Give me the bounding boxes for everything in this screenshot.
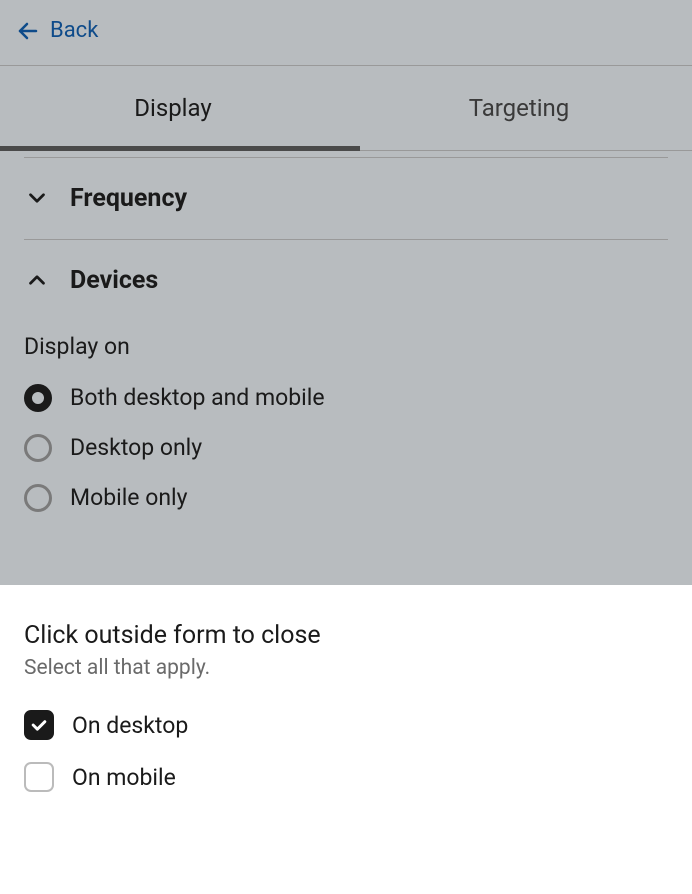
chevron-down-icon xyxy=(24,185,50,211)
modal-subtitle: Select all that apply. xyxy=(24,656,668,680)
radio-icon xyxy=(24,484,52,512)
radio-label: Desktop only xyxy=(70,434,202,461)
section-devices-header[interactable]: Devices xyxy=(24,240,668,321)
checkbox-icon xyxy=(24,762,54,792)
modal-sheet: Click outside form to close Select all t… xyxy=(0,585,692,894)
checkbox-label: On mobile xyxy=(72,764,176,791)
display-on-label: Display on xyxy=(24,333,668,360)
radio-icon xyxy=(24,434,52,462)
section-devices-title: Devices xyxy=(70,266,158,295)
radio-icon-selected xyxy=(24,384,52,412)
arrow-left-icon xyxy=(16,19,40,43)
radio-label: Mobile only xyxy=(70,484,188,511)
section-frequency-title: Frequency xyxy=(70,184,187,213)
section-frequency-header[interactable]: Frequency xyxy=(24,158,668,239)
tab-targeting[interactable]: Targeting xyxy=(346,66,692,150)
tab-display[interactable]: Display xyxy=(0,66,346,150)
back-label: Back xyxy=(50,18,98,43)
checkbox-icon-checked xyxy=(24,710,54,740)
content: Frequency Devices Display on Both deskto… xyxy=(0,157,692,542)
radio-mobile-only[interactable]: Mobile only xyxy=(24,484,668,512)
checkbox-on-desktop[interactable]: On desktop xyxy=(24,710,668,740)
section-devices-body: Display on Both desktop and mobile Deskt… xyxy=(24,321,668,542)
radio-both-desktop-mobile[interactable]: Both desktop and mobile xyxy=(24,384,668,412)
radio-label: Both desktop and mobile xyxy=(70,384,325,411)
radio-desktop-only[interactable]: Desktop only xyxy=(24,434,668,462)
header: Back xyxy=(0,0,692,65)
chevron-up-icon xyxy=(24,267,50,293)
checkbox-label: On desktop xyxy=(72,712,188,739)
tabs: Display Targeting xyxy=(0,65,692,151)
back-button[interactable]: Back xyxy=(16,18,98,43)
modal-title: Click outside form to close xyxy=(24,621,668,650)
checkbox-on-mobile[interactable]: On mobile xyxy=(24,762,668,792)
